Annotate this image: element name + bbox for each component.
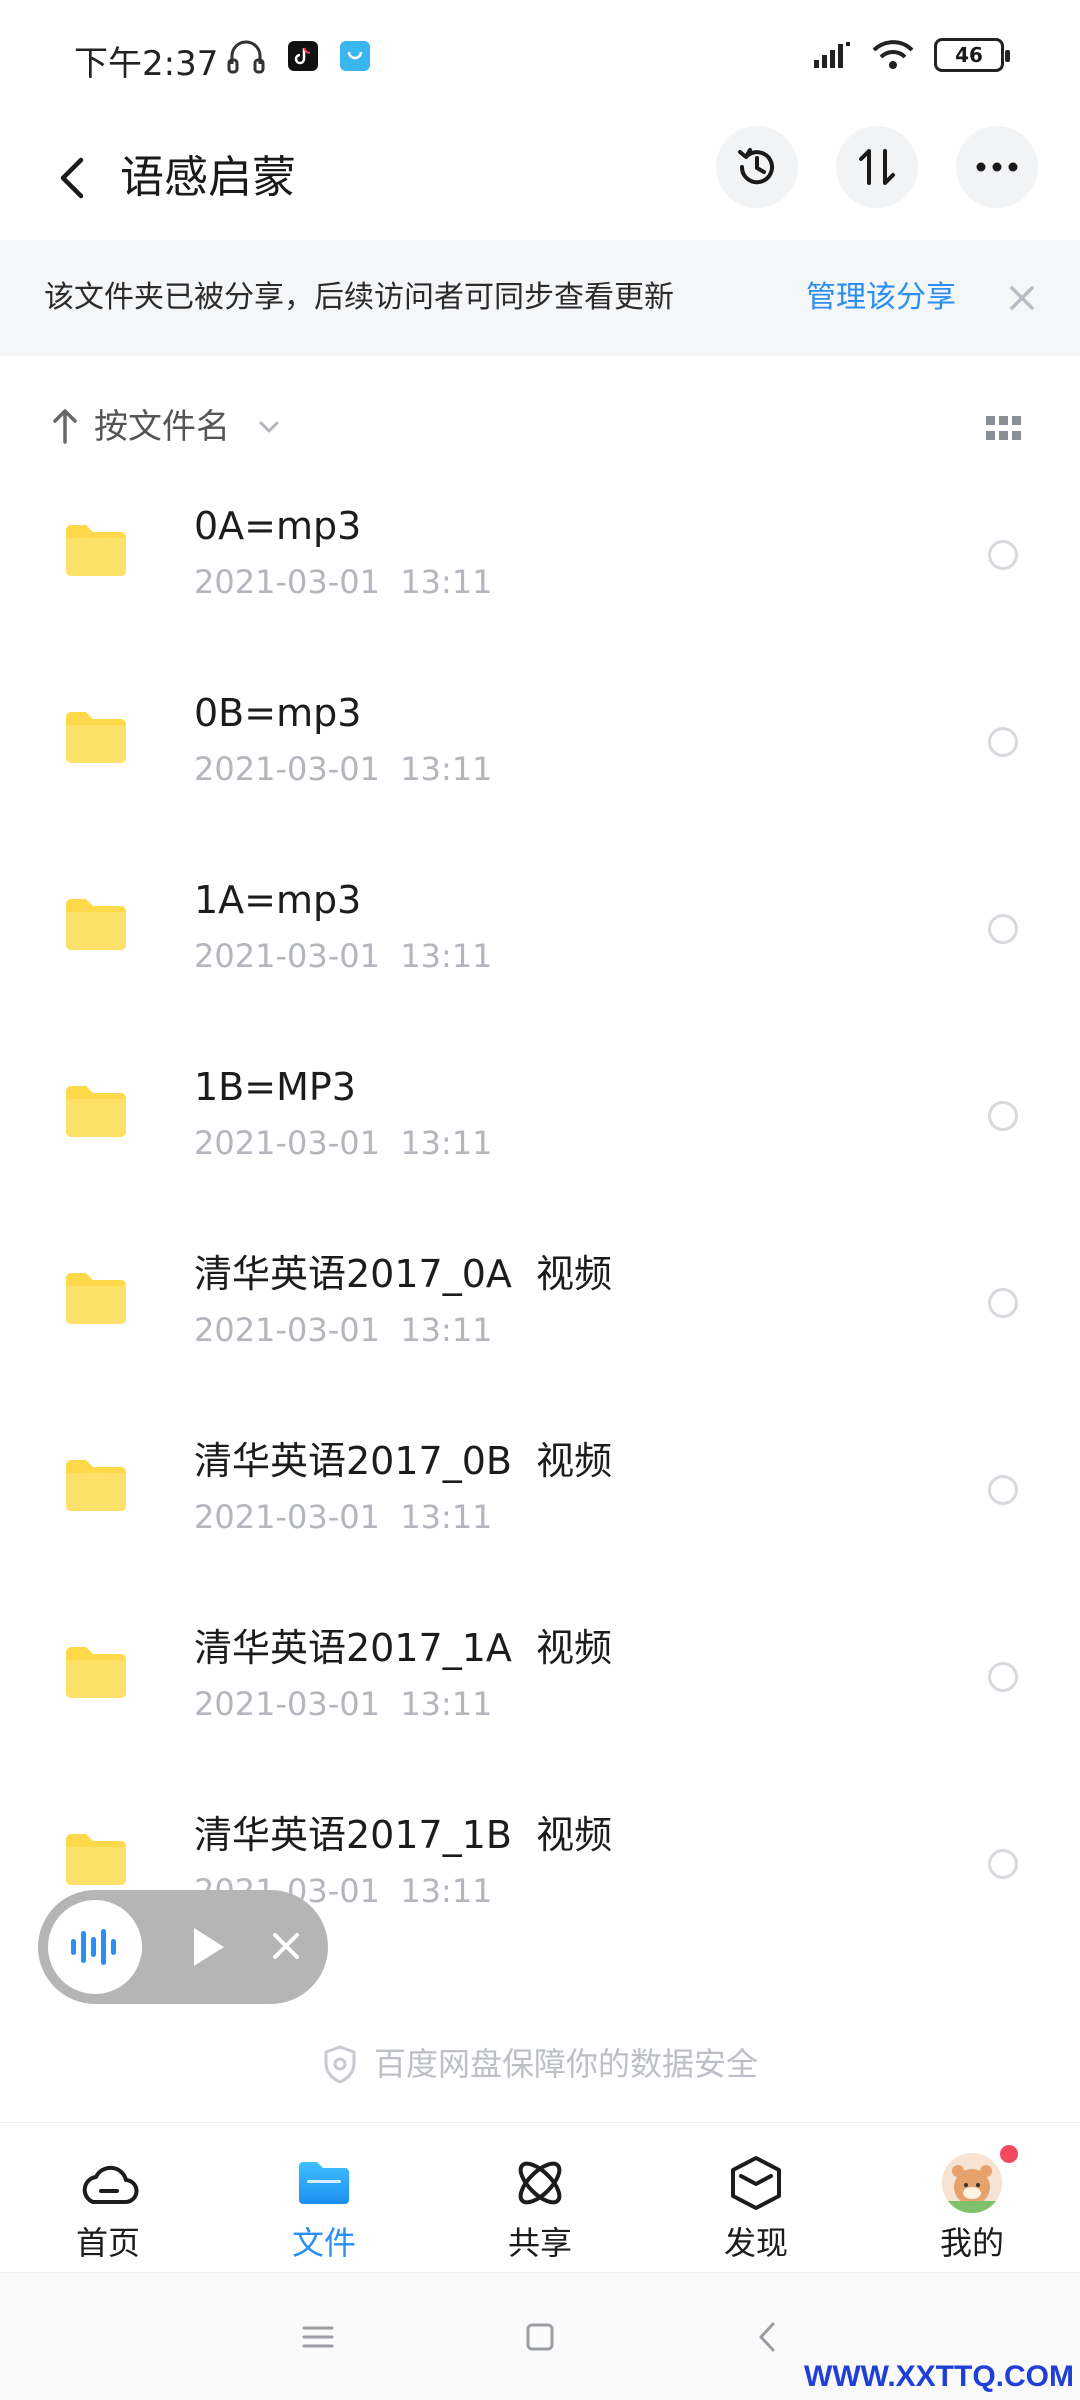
- file-date: 2021-03-01 13:11: [194, 1685, 493, 1723]
- more-icon: [976, 162, 1018, 172]
- file-name: 清华英语2017_1A 视频: [194, 1626, 613, 1670]
- folder-icon: [66, 899, 126, 950]
- select-checkbox[interactable]: [988, 1101, 1018, 1131]
- nav-discover[interactable]: 发现: [686, 2151, 826, 2267]
- select-checkbox[interactable]: [988, 1849, 1018, 1879]
- nav-discover-label: 发现: [723, 2224, 788, 2262]
- grid-view-icon[interactable]: [984, 414, 1024, 444]
- file-row[interactable]: 0B=mp3 2021-03-01 13:11: [0, 657, 1080, 844]
- file-name: 0B=mp3: [194, 691, 362, 735]
- back-icon: [60, 157, 84, 199]
- chevron-down-icon[interactable]: [258, 420, 280, 434]
- nav-home-label: 首页: [75, 2224, 140, 2262]
- nav-me-icon-wrap: [940, 2151, 1004, 2215]
- sort-bar: 按文件名: [0, 390, 1080, 466]
- nav-me[interactable]: 我的: [902, 2145, 1042, 2267]
- safety-note-text: 百度网盘保障你的数据安全: [373, 2045, 758, 2083]
- manage-share-link[interactable]: 管理该分享: [806, 276, 956, 320]
- file-row[interactable]: 清华英语2017_0B 视频 2021-03-01 13:11: [0, 1405, 1080, 1592]
- history-icon: [738, 148, 774, 185]
- file-list: 0A=mp3 2021-03-01 13:11 0B=mp3 2021-03-01 1…: [0, 470, 1080, 1966]
- history-button[interactable]: [716, 126, 798, 208]
- cube-discover-icon: [724, 2151, 788, 2215]
- share-banner: 该文件夹已被分享，后续访问者可同步查看更新 管理该分享: [0, 240, 1080, 356]
- folder-icon: [292, 2151, 356, 2215]
- nav-me-label: 我的: [939, 2224, 1004, 2262]
- nav-home[interactable]: 首页: [38, 2151, 178, 2267]
- folder-icon: [66, 525, 126, 576]
- nav-share[interactable]: 共享: [470, 2151, 610, 2267]
- file-row[interactable]: 0A=mp3 2021-03-01 13:11: [0, 470, 1080, 657]
- folder-icon: [66, 1086, 126, 1137]
- folder-icon: [66, 712, 126, 763]
- select-checkbox[interactable]: [988, 727, 1018, 757]
- select-checkbox[interactable]: [988, 540, 1018, 570]
- status-notification-icons: [226, 38, 370, 74]
- wifi-icon: [872, 40, 914, 69]
- select-checkbox[interactable]: [988, 1662, 1018, 1692]
- file-date: 2021-03-01 13:11: [194, 563, 493, 601]
- cloud-home-icon: [76, 2151, 140, 2215]
- sort-swap-button[interactable]: [836, 126, 918, 208]
- status-time: 下午2:37: [74, 44, 219, 84]
- file-date: 2021-03-01 13:11: [194, 1311, 493, 1349]
- file-name: 0A=mp3: [194, 504, 362, 548]
- folder-icon: [66, 1273, 126, 1324]
- header: 语感启蒙: [0, 118, 1080, 238]
- file-row[interactable]: 1A=mp3 2021-03-01 13:11: [0, 844, 1080, 1031]
- back-button[interactable]: [40, 146, 104, 210]
- file-row[interactable]: 清华英语2017_1A 视频 2021-03-01 13:11: [0, 1592, 1080, 1779]
- more-button[interactable]: [956, 126, 1038, 208]
- nav-share-label: 共享: [507, 2224, 572, 2262]
- play-icon[interactable]: [188, 1924, 228, 1970]
- folder-icon: [66, 1834, 126, 1885]
- nav-files[interactable]: 文件: [254, 2151, 394, 2267]
- file-name: 清华英语2017_1B 视频: [194, 1813, 613, 1857]
- shopping-bag-icon: [340, 41, 370, 71]
- status-system-icons: 46: [812, 38, 1010, 72]
- atom-share-icon: [508, 2151, 572, 2215]
- file-date: 2021-03-01 13:11: [194, 1498, 493, 1536]
- notification-badge: [1000, 2145, 1018, 2163]
- folder-icon: [66, 1647, 126, 1698]
- avatar: [942, 2153, 1002, 2213]
- battery-icon: 46: [934, 38, 1010, 72]
- bottom-nav: 首页 文件 共享 发现 我的: [0, 2122, 1080, 2270]
- select-checkbox[interactable]: [988, 1475, 1018, 1505]
- shield-icon: [324, 2045, 356, 2084]
- tiktok-icon: [288, 41, 318, 71]
- safety-note: 百度网盘保障你的数据安全: [0, 2038, 1080, 2090]
- status-bar: 下午2:37 46: [0, 0, 1080, 118]
- page-title: 语感启蒙: [120, 152, 296, 203]
- file-name: 清华英语2017_0B 视频: [194, 1439, 613, 1483]
- watermark: WWW.XXTTQ.COM: [804, 2360, 1074, 2393]
- select-checkbox[interactable]: [988, 1288, 1018, 1318]
- file-name: 清华英语2017_0A 视频: [194, 1252, 613, 1296]
- player-close-icon[interactable]: [268, 1928, 304, 1964]
- file-name: 1A=mp3: [194, 878, 362, 922]
- system-nav-bar: WWW.XXTTQ.COM: [0, 2272, 1080, 2400]
- file-date: 2021-03-01 13:11: [194, 937, 493, 975]
- close-icon[interactable]: [1002, 278, 1042, 318]
- sort-ascending-icon[interactable]: [50, 406, 80, 446]
- file-date: 2021-03-01 13:11: [194, 750, 493, 788]
- file-row[interactable]: 清华英语2017_0A 视频 2021-03-01 13:11: [0, 1218, 1080, 1405]
- headphones-icon: [227, 40, 265, 74]
- audio-wave-icon[interactable]: [48, 1900, 142, 1994]
- sort-swap-icon: [859, 149, 895, 185]
- floating-audio-player[interactable]: [38, 1890, 328, 2004]
- nav-files-label: 文件: [291, 2224, 356, 2262]
- file-date: 2021-03-01 13:11: [194, 1124, 493, 1162]
- folder-icon: [66, 1460, 126, 1511]
- signal-icon: [814, 42, 850, 68]
- share-banner-text: 该文件夹已被分享，后续访问者可同步查看更新: [44, 280, 674, 315]
- system-back-icon[interactable]: [748, 2317, 788, 2357]
- file-name: 1B=MP3: [194, 1065, 356, 1109]
- battery-level: 46: [955, 43, 983, 67]
- select-checkbox[interactable]: [988, 914, 1018, 944]
- file-row[interactable]: 1B=MP3 2021-03-01 13:11: [0, 1031, 1080, 1218]
- menu-icon[interactable]: [298, 2317, 338, 2357]
- home-square-icon[interactable]: [520, 2317, 560, 2357]
- sort-by-name-button[interactable]: 按文件名: [94, 404, 230, 450]
